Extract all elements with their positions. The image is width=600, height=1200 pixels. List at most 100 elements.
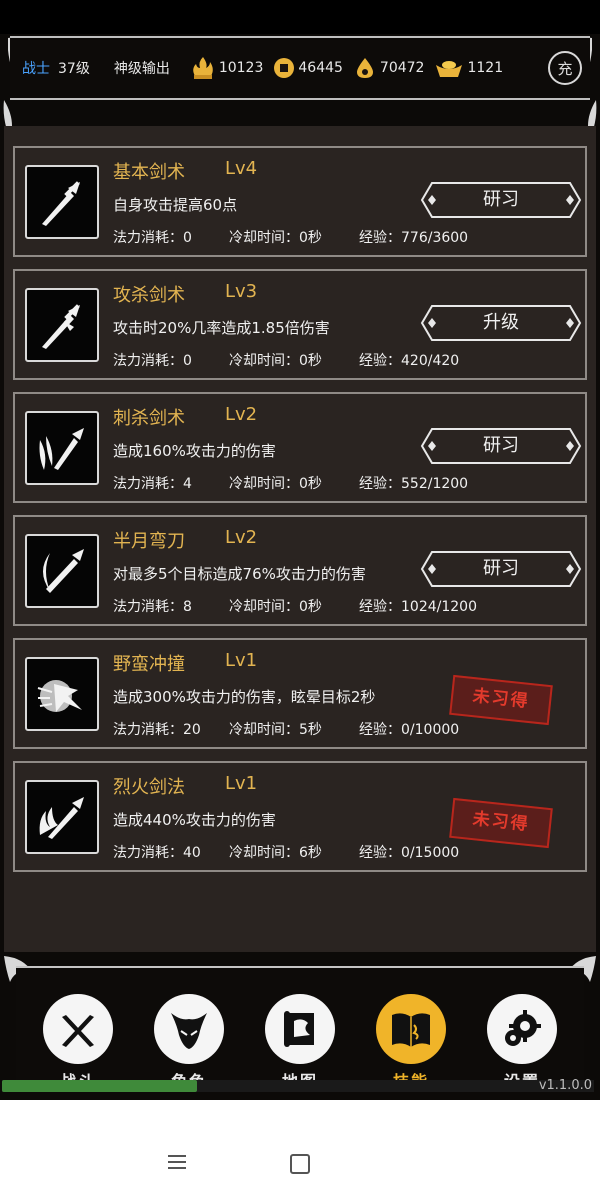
skill-book-icon (376, 994, 446, 1064)
skill-cooldown: 冷却时间：6秒 (229, 845, 322, 861)
skill-card: 半月弯刀 Lv2 对最多5个目标造成76%攻击力的伤害 法力消耗：8 冷却时间：0… (13, 515, 587, 626)
skill-level: Lv2 (225, 527, 258, 548)
study-button[interactable]: 研习 (420, 550, 582, 588)
skill-description: 攻击时20%几率造成1.85倍伤害 (113, 319, 330, 337)
skill-mana: 法力消耗：40 (113, 845, 201, 861)
resource-flame: 10123 (190, 55, 264, 81)
skill-stats: 法力消耗：40 冷却时间：6秒 经验：0/15000 (113, 842, 459, 862)
skill-level: Lv1 (225, 650, 258, 671)
resource-ingot: 1121 (434, 57, 503, 79)
crossed-swords-icon (43, 994, 113, 1064)
home-icon[interactable] (290, 1154, 310, 1174)
skill-stats: 法力消耗：20 冷却时间：5秒 经验：0/10000 (113, 719, 459, 739)
skill-level: Lv4 (225, 158, 258, 179)
upgrade-button[interactable]: 升级 (420, 304, 582, 342)
skill-description: 造成160%攻击力的伤害 (113, 442, 276, 460)
sword-icon (25, 165, 99, 239)
button-label: 研习 (483, 435, 519, 456)
skill-cooldown: 冷却时间：0秒 (229, 230, 322, 246)
skill-cooldown: 冷却时间：5秒 (229, 722, 322, 738)
sword-thrust-icon (25, 411, 99, 485)
skill-card: 刺杀剑术 Lv2 造成160%攻击力的伤害 法力消耗：4 冷却时间：0秒 经验：55… (13, 392, 587, 503)
skill-cooldown: 冷却时间：0秒 (229, 353, 322, 369)
map-scroll-icon (265, 994, 335, 1064)
study-button[interactable]: 研习 (420, 181, 582, 219)
system-nav-bar (0, 1100, 600, 1200)
nav-skills[interactable]: 技能 (371, 994, 451, 1092)
skill-cooldown: 冷却时间：0秒 (229, 599, 322, 615)
skill-name: 基本剑术 (113, 162, 185, 183)
resource-value: 70472 (379, 60, 425, 76)
player-level: 37级 (58, 61, 90, 77)
skill-list-panel: 基本剑术 Lv4 自身攻击提高60点 法力消耗：0 冷却时间：0秒 经验：776/3… (4, 126, 596, 952)
button-label: 研习 (483, 189, 519, 210)
skill-description: 造成300%攻击力的伤害，眩晕目标2秒 (113, 688, 376, 706)
resource-gem: 70472 (353, 56, 425, 80)
loading-progress-bar (2, 1080, 594, 1092)
skill-description: 造成440%攻击力的伤害 (113, 811, 276, 829)
helmet-icon (154, 994, 224, 1064)
coin-icon (274, 58, 295, 78)
flame-sword-icon (25, 780, 99, 854)
skill-mana: 法力消耗：8 (113, 599, 192, 615)
crescent-blade-icon (25, 534, 99, 608)
top-resource-bar: 战士 37级 神级输出 10123 46445 70472 1121 充 (10, 36, 590, 100)
skill-name: 烈火剑法 (113, 777, 185, 798)
player-title: 神级输出 (113, 61, 170, 77)
menu-icon[interactable] (167, 1153, 187, 1171)
skill-card: 烈火剑法 Lv1 造成440%攻击力的伤害 法力消耗：40 冷却时间：6秒 经验：0… (13, 761, 587, 872)
skill-exp: 经验：776/3600 (359, 230, 469, 246)
skill-card: 基本剑术 Lv4 自身攻击提高60点 法力消耗：0 冷却时间：0秒 经验：776/3… (13, 146, 587, 257)
skill-stats: 法力消耗：0 冷却时间：0秒 经验：776/3600 (113, 227, 468, 247)
skill-card: 攻杀剑术 Lv3 攻击时20%几率造成1.85倍伤害 法力消耗：0 冷却时间：0秒… (13, 269, 587, 380)
skill-name: 半月弯刀 (113, 531, 185, 552)
skill-level: Lv2 (225, 404, 258, 425)
sword-strike-icon (25, 288, 99, 362)
skill-exp: 经验：0/15000 (359, 845, 460, 861)
skill-mana: 法力消耗：20 (113, 722, 201, 738)
game-screen: 战士 37级 神级输出 10123 46445 70472 1121 充 基本剑… (0, 0, 600, 1100)
charge-dash-icon (25, 657, 99, 731)
skill-cooldown: 冷却时间：0秒 (229, 476, 322, 492)
skill-name: 攻杀剑术 (113, 285, 185, 306)
resource-value: 1121 (467, 60, 504, 76)
skill-level: Lv3 (225, 281, 258, 302)
not-learned-stamp: 未习得 (449, 674, 553, 726)
recharge-button[interactable]: 充 (548, 51, 582, 85)
resource-value: 46445 (298, 60, 343, 76)
nav-battle[interactable]: 战斗 (38, 994, 118, 1092)
nav-character[interactable]: 角色 (149, 994, 229, 1092)
flame-gold-icon (193, 57, 213, 79)
skill-name: 野蛮冲撞 (113, 654, 185, 675)
skill-stats: 法力消耗：4 冷却时间：0秒 经验：552/1200 (113, 473, 468, 493)
resource-value: 10123 (218, 60, 264, 76)
skill-exp: 经验：0/10000 (359, 722, 460, 738)
skill-exp: 经验：1024/1200 (359, 599, 477, 615)
button-label: 升级 (483, 312, 519, 333)
gold-ingot-icon (436, 61, 463, 77)
skill-mana: 法力消耗：0 (113, 353, 192, 369)
study-button[interactable]: 研习 (420, 427, 582, 465)
skill-mana: 法力消耗：0 (113, 230, 192, 246)
version-label: v1.1.0.0 (538, 1078, 592, 1093)
nav-map[interactable]: 地图 (260, 994, 340, 1092)
bottom-nav: 战斗 角色 地图 (0, 952, 600, 1091)
status-bar (0, 0, 600, 34)
gem-drop-icon (356, 58, 373, 78)
skill-mana: 法力消耗：4 (113, 476, 192, 492)
progress-fill (2, 1080, 198, 1092)
resource-coin: 46445 (273, 57, 343, 79)
skill-description: 对最多5个目标造成76%攻击力的伤害 (113, 565, 366, 583)
skill-exp: 经验：552/1200 (359, 476, 469, 492)
skill-exp: 经验：420/420 (359, 353, 460, 369)
button-label: 研习 (483, 558, 519, 579)
gears-icon (487, 994, 557, 1064)
class-name: 战士 (22, 61, 50, 77)
not-learned-stamp: 未习得 (449, 797, 553, 849)
skill-card: 野蛮冲撞 Lv1 造成300%攻击力的伤害，眩晕目标2秒 法力消耗：20 冷却时间… (13, 638, 587, 749)
skill-level: Lv1 (225, 773, 258, 794)
skill-description: 自身攻击提高60点 (113, 196, 238, 214)
skill-stats: 法力消耗：8 冷却时间：0秒 经验：1024/1200 (113, 596, 477, 616)
skill-name: 刺杀剑术 (113, 408, 185, 429)
skill-stats: 法力消耗：0 冷却时间：0秒 经验：420/420 (113, 350, 459, 370)
